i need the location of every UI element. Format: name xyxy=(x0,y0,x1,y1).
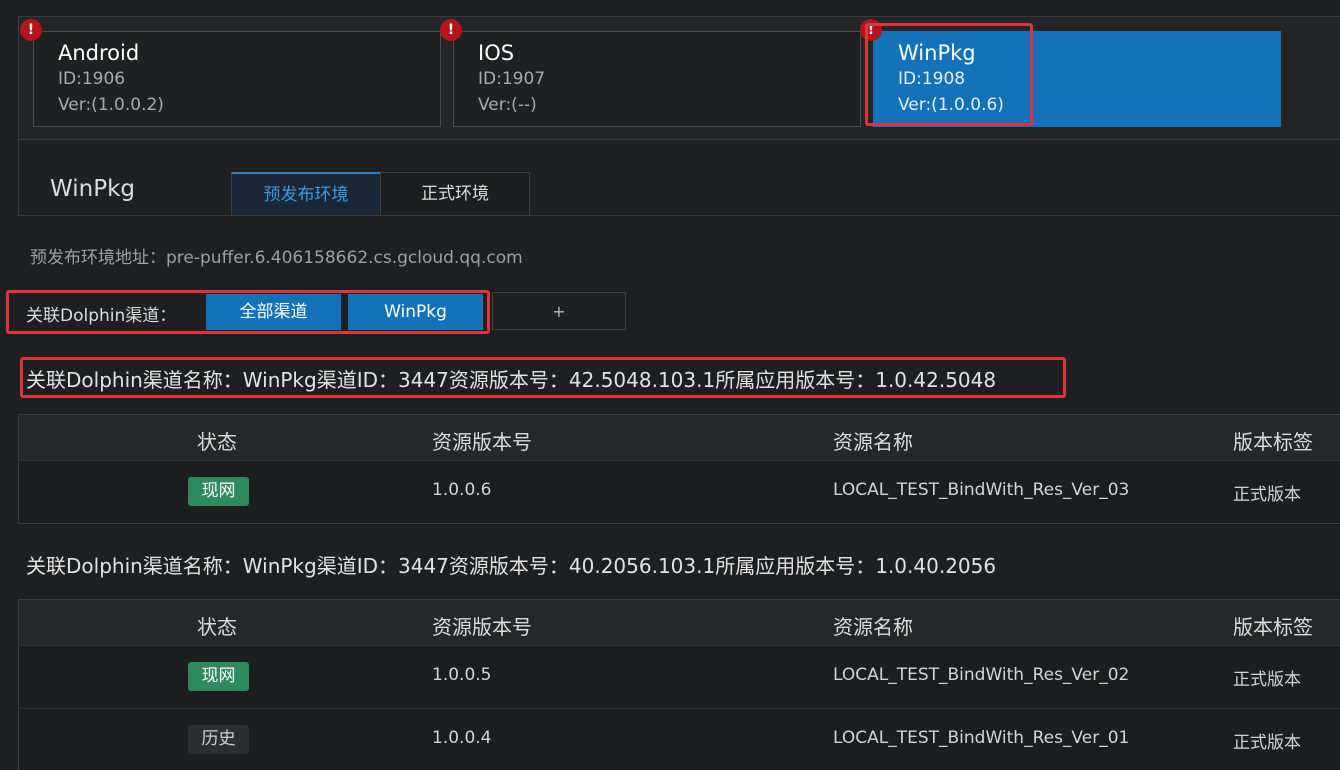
status-badge: 历史 xyxy=(188,725,249,754)
annotation-highlight-card xyxy=(865,23,1033,126)
app-card-version: Ver:(--) xyxy=(478,95,537,115)
app-cards-panel: ! Android ID:1906 Ver:(1.0.0.2) ! IOS ID… xyxy=(18,16,1340,140)
resource-table: 状态 资源版本号 资源名称 版本标签 现网 1.0.0.5 LOCAL_TEST… xyxy=(18,599,1340,770)
environment-title: WinPkg xyxy=(50,176,135,202)
status-badge: 现网 xyxy=(188,477,249,506)
status-badge: 现网 xyxy=(188,662,249,691)
version-tag: 正式版本 xyxy=(1233,670,1301,690)
header-tag: 版本标签 xyxy=(1233,615,1313,639)
table-row[interactable]: 现网 1.0.0.5 LOCAL_TEST_BindWith_Res_Ver_0… xyxy=(19,646,1340,708)
app-card-title: IOS xyxy=(478,41,515,65)
header-name: 资源名称 xyxy=(833,615,913,639)
header-name: 资源名称 xyxy=(833,430,913,454)
resource-version: 1.0.0.4 xyxy=(432,728,492,748)
version-tag: 正式版本 xyxy=(1233,485,1301,505)
table-header: 状态 资源版本号 资源名称 版本标签 xyxy=(19,415,1340,461)
resource-heading: 关联Dolphin渠道名称：WinPkg渠道ID：3447资源版本号：42.50… xyxy=(26,368,997,392)
channel-winpkg-button[interactable]: WinPkg xyxy=(348,294,483,330)
version-tag: 正式版本 xyxy=(1233,733,1301,753)
tab-production[interactable]: 正式环境 xyxy=(380,172,530,216)
resource-heading: 关联Dolphin渠道名称：WinPkg渠道ID：3447资源版本号：40.20… xyxy=(26,554,997,578)
app-card-id: ID:1907 xyxy=(478,69,546,89)
app-card-version: Ver:(1.0.0.2) xyxy=(58,95,164,115)
channel-all-button[interactable]: 全部渠道 xyxy=(206,294,341,330)
tab-pre-release[interactable]: 预发布环境 xyxy=(231,172,381,216)
pre-release-address: 预发布环境地址：pre-puffer.6.406158662.cs.gcloud… xyxy=(30,248,523,268)
resource-name: LOCAL_TEST_BindWith_Res_Ver_01 xyxy=(833,728,1130,748)
table-row[interactable]: 现网 1.0.0.6 LOCAL_TEST_BindWith_Res_Ver_0… xyxy=(19,461,1340,523)
environment-header: WinPkg 预发布环境 正式环境 xyxy=(18,140,1340,216)
channel-label: 关联Dolphin渠道： xyxy=(26,306,177,326)
resource-version: 1.0.0.5 xyxy=(432,665,492,685)
app-card-title: Android xyxy=(58,41,140,65)
alert-icon: ! xyxy=(440,19,462,41)
alert-icon: ! xyxy=(20,19,42,41)
header-version: 资源版本号 xyxy=(432,615,532,639)
resource-name: LOCAL_TEST_BindWith_Res_Ver_02 xyxy=(833,665,1130,685)
resource-name: LOCAL_TEST_BindWith_Res_Ver_03 xyxy=(833,480,1130,500)
header-tag: 版本标签 xyxy=(1233,430,1313,454)
header-version: 资源版本号 xyxy=(432,430,532,454)
app-card-ios[interactable]: ! IOS ID:1907 Ver:(--) xyxy=(440,19,861,127)
resource-version: 1.0.0.6 xyxy=(432,480,492,500)
header-status: 状态 xyxy=(197,430,237,454)
table-row[interactable]: 历史 1.0.0.4 LOCAL_TEST_BindWith_Res_Ver_0… xyxy=(19,708,1340,770)
header-status: 状态 xyxy=(197,615,237,639)
app-card-android[interactable]: ! Android ID:1906 Ver:(1.0.0.2) xyxy=(20,19,441,127)
add-channel-button[interactable]: + xyxy=(492,292,626,330)
table-header: 状态 资源版本号 资源名称 版本标签 xyxy=(19,600,1340,646)
app-card-id: ID:1906 xyxy=(58,69,126,89)
resource-table: 状态 资源版本号 资源名称 版本标签 现网 1.0.0.6 LOCAL_TEST… xyxy=(18,414,1340,524)
